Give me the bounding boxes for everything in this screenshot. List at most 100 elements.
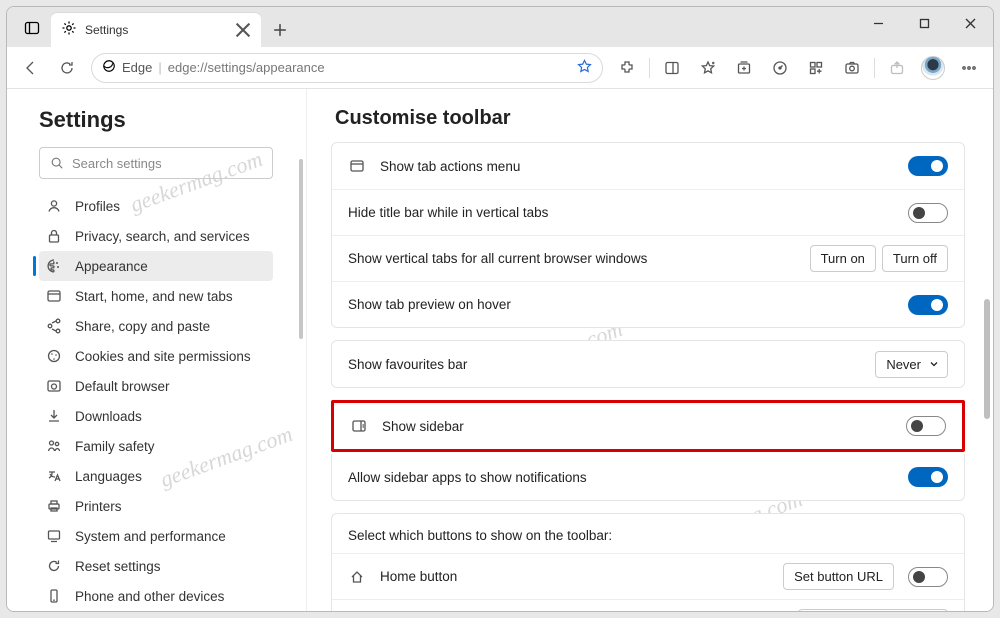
search-input[interactable]: Search settings	[39, 147, 273, 179]
sidebar-item-cookies[interactable]: Cookies and site permissions	[39, 341, 273, 371]
share-icon[interactable]	[881, 52, 913, 84]
toggle-sidebar-notif[interactable]	[908, 467, 948, 487]
sidebar-item-phone[interactable]: Phone and other devices	[39, 581, 273, 611]
refresh-button[interactable]	[51, 52, 83, 84]
card-favourites: Show favourites bar Never	[331, 340, 965, 388]
sidebar-item-reset[interactable]: Reset settings	[39, 551, 273, 581]
row-label: Hide title bar while in vertical tabs	[348, 205, 894, 220]
row-home-button: Home button Set button URL	[332, 553, 964, 599]
nav-label: Family safety	[75, 439, 155, 454]
favorite-star-icon[interactable]	[577, 59, 592, 77]
close-window-button[interactable]	[947, 7, 993, 39]
sidebar-item-downloads[interactable]: Downloads	[39, 401, 273, 431]
set-button-url[interactable]: Set button URL	[783, 563, 894, 590]
share-icon	[45, 318, 63, 334]
extensions-button-select[interactable]: Show automatically	[798, 609, 948, 611]
sidebar-item-profiles[interactable]: Profiles	[39, 191, 273, 221]
nav-label: Phone and other devices	[75, 589, 224, 604]
row-sidebar-notif: Allow sidebar apps to show notifications	[332, 454, 964, 500]
row-label: Show tab actions menu	[380, 159, 894, 174]
nav-label: Downloads	[75, 409, 142, 424]
row-label: Show tab preview on hover	[348, 297, 894, 312]
card-sidebar: Show sidebar	[331, 400, 965, 452]
maximize-button[interactable]	[901, 7, 947, 39]
sidebar-item-system[interactable]: System and performance	[39, 521, 273, 551]
sidebar-item-share[interactable]: Share, copy and paste	[39, 311, 273, 341]
sidebar-item-printers[interactable]: Printers	[39, 491, 273, 521]
toolbar-separator	[649, 58, 650, 78]
app-icon[interactable]	[800, 52, 832, 84]
nav-label: System and performance	[75, 529, 226, 544]
sidebar-item-default-browser[interactable]: Default browser	[39, 371, 273, 401]
browser-icon	[45, 378, 63, 394]
nav-label: Share, copy and paste	[75, 319, 210, 334]
sidebar-item-languages[interactable]: Languages	[39, 461, 273, 491]
sidebar-item-start[interactable]: Start, home, and new tabs	[39, 281, 273, 311]
favorites-icon[interactable]	[692, 52, 724, 84]
appearance-icon	[45, 258, 63, 274]
turn-on-button[interactable]: Turn on	[810, 245, 876, 272]
lock-icon	[45, 228, 63, 244]
cookie-icon	[45, 348, 63, 364]
nav-label: Privacy, search, and services	[75, 229, 250, 244]
address-app-name: Edge	[122, 60, 152, 75]
nav-label: Default browser	[75, 379, 170, 394]
more-menu-icon[interactable]	[953, 52, 985, 84]
select-value: Never	[886, 357, 921, 372]
settings-sidebar: Settings Search settings Profiles Privac…	[7, 89, 307, 611]
row-label: Allow sidebar apps to show notifications	[348, 470, 894, 485]
search-placeholder: Search settings	[72, 156, 162, 171]
minimize-button[interactable]	[855, 7, 901, 39]
new-tab-button[interactable]	[265, 15, 295, 45]
nav-label: Appearance	[75, 259, 148, 274]
address-separator: |	[158, 60, 161, 75]
nav-label: Start, home, and new tabs	[75, 289, 233, 304]
home-icon	[348, 569, 366, 585]
favourites-bar-select[interactable]: Never	[875, 351, 948, 378]
gear-icon	[61, 20, 77, 41]
sidebar-panel-icon	[350, 418, 368, 434]
profile-avatar[interactable]	[917, 52, 949, 84]
back-button[interactable]	[15, 52, 47, 84]
section-title: Customise toolbar	[335, 107, 965, 130]
sidebar-item-privacy[interactable]: Privacy, search, and services	[39, 221, 273, 251]
collections-icon[interactable]	[728, 52, 760, 84]
row-hide-title: Hide title bar while in vertical tabs	[332, 189, 964, 235]
screenshot-icon[interactable]	[836, 52, 868, 84]
nav-label: Printers	[75, 499, 122, 514]
performance-icon[interactable]	[764, 52, 796, 84]
tab-actions-menu-button[interactable]	[15, 11, 49, 45]
tab-close-button[interactable]	[235, 22, 251, 38]
titlebar: Settings	[7, 7, 993, 47]
reset-icon	[45, 558, 63, 574]
download-icon	[45, 408, 63, 424]
turn-off-button[interactable]: Turn off	[882, 245, 948, 272]
row-extensions-button: Extensions button Show automatically	[332, 599, 964, 611]
nav-label: Languages	[75, 469, 142, 484]
address-bar[interactable]: Edge | edge://settings/appearance	[91, 53, 603, 83]
row-label: Show favourites bar	[348, 357, 861, 372]
content-area: geekermag.com geekermag.com geekermag.co…	[7, 89, 993, 611]
toggle-home-button[interactable]	[908, 567, 948, 587]
main-scrollbar[interactable]	[981, 89, 991, 611]
edge-icon	[102, 59, 116, 76]
toggle-tab-preview[interactable]	[908, 295, 948, 315]
sidebar-scrollbar[interactable]	[298, 89, 304, 611]
sidebar-item-appearance[interactable]: Appearance	[39, 251, 273, 281]
sidebar-toggle-icon[interactable]	[656, 52, 688, 84]
toggle-tab-actions[interactable]	[908, 156, 948, 176]
row-label: Show sidebar	[382, 419, 892, 434]
system-icon	[45, 528, 63, 544]
sidebar-item-family[interactable]: Family safety	[39, 431, 273, 461]
card-toolbar-buttons: Select which buttons to show on the tool…	[331, 513, 965, 611]
extensions-icon[interactable]	[611, 52, 643, 84]
card-sidebar-notif: Allow sidebar apps to show notifications	[331, 454, 965, 501]
row-favourites-bar: Show favourites bar Never	[332, 341, 964, 387]
address-url: edge://settings/appearance	[168, 60, 571, 75]
browser-tab[interactable]: Settings	[51, 13, 261, 47]
toggle-hide-title[interactable]	[908, 203, 948, 223]
row-vertical-tabs: Show vertical tabs for all current brows…	[332, 235, 964, 281]
toggle-show-sidebar[interactable]	[906, 416, 946, 436]
profile-icon	[45, 198, 63, 214]
language-icon	[45, 468, 63, 484]
